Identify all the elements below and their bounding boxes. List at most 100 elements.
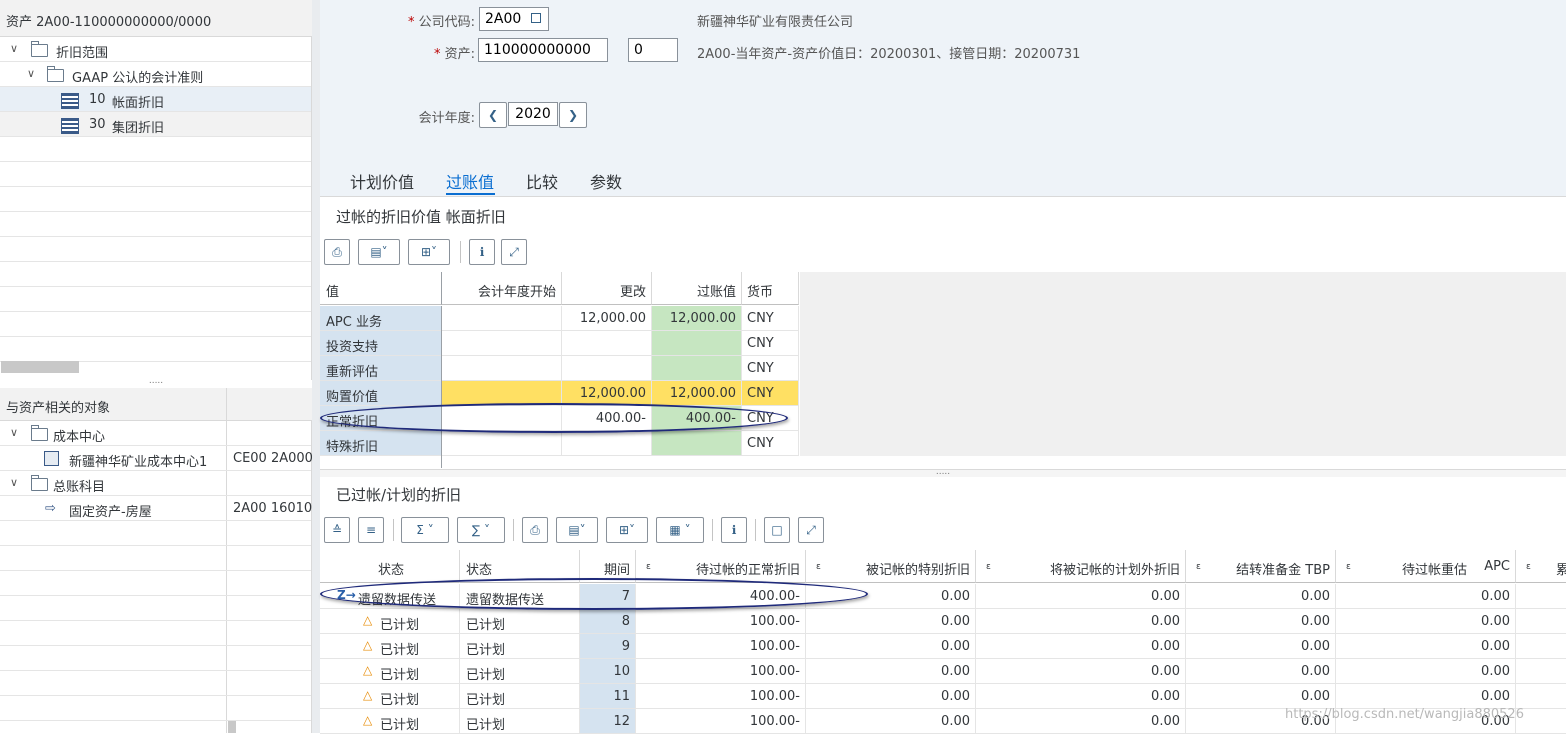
object-node-cost-center-1[interactable]: 新疆神华矿业成本中心1 CE00 2A000 <box>0 446 313 471</box>
previous-year-button[interactable]: ❮ <box>479 102 507 128</box>
status-cell[interactable]: 已计划 <box>320 709 460 734</box>
column-header-posted-value[interactable]: 过账值 <box>652 272 742 305</box>
export-menu-button[interactable]: ⊞˅ <box>408 239 450 265</box>
asset-number-field[interactable]: 110000000000 <box>478 38 608 62</box>
object-node-gl-account[interactable]: ∨ 总账科目 <box>0 471 311 496</box>
expand-icon: ⤢ <box>509 245 519 259</box>
subtotal-menu-button[interactable]: ∑ ˅ <box>457 517 505 543</box>
window-button[interactable]: □ <box>764 517 790 543</box>
warning-icon: △ <box>363 613 373 627</box>
tree-node-code: 30 <box>89 117 106 132</box>
table-cell-currency: CNY <box>742 356 799 381</box>
object-empty-row <box>0 571 311 596</box>
column-header-accumulated[interactable]: ε 累 <box>1516 550 1566 583</box>
status-cell[interactable]: 已计划 <box>320 634 460 659</box>
related-objects-panel: 与资产相关的对象 ∨ 成本中心 新疆神华矿业成本中心1 CE00 2A000 ∨… <box>0 388 320 733</box>
revaluation-cell: 0.00 <box>1336 684 1516 709</box>
filter-icon: ≡ <box>365 523 377 537</box>
table-row-key[interactable]: 投资支持 <box>320 331 442 356</box>
period-cell: 12 <box>580 709 636 734</box>
column-header-revaluation[interactable]: ε 待过帐重估 APC <box>1336 550 1516 583</box>
object-node-fixed-asset-building[interactable]: ⇨ 固定资产-房屋 2A00 160101 <box>0 496 320 521</box>
table-cell-posted <box>652 356 742 381</box>
asset-header-area: * 公司代码: 2A00 新疆神华矿业有限责任公司 * 资产: 11000000… <box>320 0 1566 196</box>
info-button[interactable]: ℹ <box>721 517 747 543</box>
fullscreen-button[interactable]: ⤢ <box>501 239 527 265</box>
column-header-currency[interactable]: 货币 <box>742 272 799 305</box>
info-button[interactable]: ℹ <box>469 239 495 265</box>
tree-node-gaap[interactable]: ∨ GAAP 公认的会计准则 <box>0 62 311 87</box>
chevron-down-icon[interactable]: ∨ <box>27 67 35 80</box>
panel-splitter[interactable]: ..... <box>0 377 312 386</box>
print-button[interactable]: ⎙ <box>522 517 548 543</box>
status-cell[interactable]: 已计划 <box>320 659 460 684</box>
column-header-label: 将被记帐的计划外折旧 <box>1049 563 1180 578</box>
active-tab-indicator <box>446 193 495 195</box>
sort-ascending-button[interactable]: ≙ <box>324 517 350 543</box>
company-code-field[interactable]: 2A00 <box>479 7 549 31</box>
tree-empty-row <box>0 262 311 287</box>
value-help-icon[interactable] <box>531 13 541 23</box>
sum-menu-button[interactable]: Σ ˅ <box>401 517 449 543</box>
next-year-button[interactable]: ❯ <box>559 102 587 128</box>
object-node-cost-center[interactable]: ∨ 成本中心 <box>0 421 311 446</box>
export-icon: ⊞˅ <box>420 245 438 259</box>
table-row-key[interactable]: APC 业务 <box>320 306 442 331</box>
sort-marker: ε <box>1526 562 1531 572</box>
object-empty-row <box>0 596 311 621</box>
status-text-cell: 已计划 <box>460 609 580 634</box>
tree-node-depreciation-area[interactable]: ∨ 折旧范围 <box>0 37 311 62</box>
printer-icon: ⎙ <box>530 523 540 537</box>
layout-menu-button[interactable]: ▦ ˅ <box>656 517 704 543</box>
unplanned-dep-cell: 0.00 <box>976 584 1186 609</box>
chevron-down-icon[interactable]: ∨ <box>10 42 18 55</box>
sort-marker: ε <box>1346 562 1351 572</box>
print-button[interactable]: ⎙ <box>324 239 350 265</box>
column-header-change[interactable]: 更改 <box>562 272 652 305</box>
column-header-unplanned-dep[interactable]: ε 将被记帐的计划外折旧 <box>976 550 1186 583</box>
column-header-status-icon[interactable]: 状态 <box>320 550 460 583</box>
grid-icon: ▦ ˅ <box>669 523 691 537</box>
tab-parameters[interactable]: 参数 <box>590 169 622 193</box>
subtotal-icon: ∑ ˅ <box>472 523 490 537</box>
fullscreen-button[interactable]: ⤢ <box>798 517 824 543</box>
object-value: 2A00 160101 <box>233 501 321 516</box>
section-splitter[interactable]: ..... <box>320 468 1566 477</box>
layout-icon: ▤˅ <box>568 523 586 537</box>
fiscal-year-field[interactable]: 2020 <box>508 102 558 126</box>
status-cell[interactable]: 已计划 <box>320 684 460 709</box>
table-row-key[interactable]: 重新评估 <box>320 356 442 381</box>
column-header-fiscal-year-start[interactable]: 会计年度开始 <box>442 272 562 305</box>
asset-info: 2A00-当年资产-资产价值日：20200301、接管日期：20200731 <box>697 47 1081 62</box>
column-header-tbp[interactable]: ε 结转准备金 TBP <box>1186 550 1336 583</box>
info-icon: ℹ <box>479 245 485 259</box>
chevron-down-icon[interactable]: ∨ <box>10 426 18 439</box>
table-icon <box>61 93 79 109</box>
column-header-special-dep[interactable]: ε 被记帐的特别折旧 <box>806 550 976 583</box>
horizontal-scrollbar[interactable] <box>1 361 79 373</box>
export-menu-button[interactable]: ⊞˅ <box>606 517 648 543</box>
chevron-down-icon[interactable]: ∨ <box>10 476 18 489</box>
view-menu-button[interactable]: ▤˅ <box>358 239 400 265</box>
tab-planned-values[interactable]: 计划价值 <box>350 169 414 193</box>
table-row-key[interactable]: 购置价值 <box>320 381 442 406</box>
tree-node-book-depreciation[interactable]: 10 帐面折旧 <box>0 87 311 112</box>
tree-node-group-depreciation[interactable]: 30 集团折旧 <box>0 112 311 137</box>
accumulated-cell <box>1516 659 1566 684</box>
status-cell[interactable]: 已计划 <box>320 609 460 634</box>
vertical-scrollbar[interactable] <box>228 721 236 733</box>
table-row-key[interactable]: 特殊折旧 <box>320 431 442 456</box>
asset-subnumber-field[interactable]: 0 <box>628 38 678 62</box>
sort-marker: ε <box>646 562 651 572</box>
tab-posted-values[interactable]: 过账值 <box>446 169 494 193</box>
sum-icon: Σ ˅ <box>416 523 434 537</box>
tab-comparison[interactable]: 比较 <box>526 169 558 193</box>
normal-dep-cell: 100.00- <box>636 659 806 684</box>
filter-button[interactable]: ≡ <box>358 517 384 543</box>
object-empty-row <box>0 546 311 571</box>
view-menu-button[interactable]: ▤˅ <box>556 517 598 543</box>
column-header-value[interactable]: 值 <box>320 272 442 305</box>
tab-bar-border <box>320 196 1566 197</box>
planned-dep-title: 已过帐/计划的折旧 <box>336 486 462 504</box>
tbp-cell: 0.00 <box>1186 684 1336 709</box>
